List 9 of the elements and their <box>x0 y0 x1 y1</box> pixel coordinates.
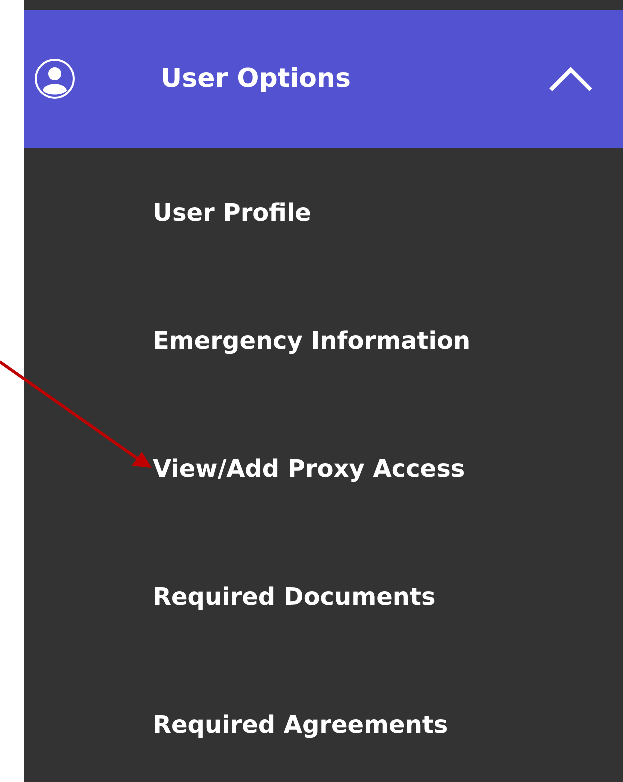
menu-item[interactable]: User Profile <box>153 196 312 231</box>
menu-item[interactable]: Emergency Information <box>153 324 471 359</box>
menu-item[interactable]: Required Agreements <box>153 708 448 743</box>
menu-header[interactable]: User Options <box>24 10 623 148</box>
user-icon <box>34 58 76 100</box>
menu-title: User Options <box>161 64 352 94</box>
menu-item[interactable]: View/Add Proxy Access <box>153 452 466 487</box>
menu-item[interactable]: Required Documents <box>153 580 436 615</box>
chevron-up-icon <box>549 66 593 92</box>
